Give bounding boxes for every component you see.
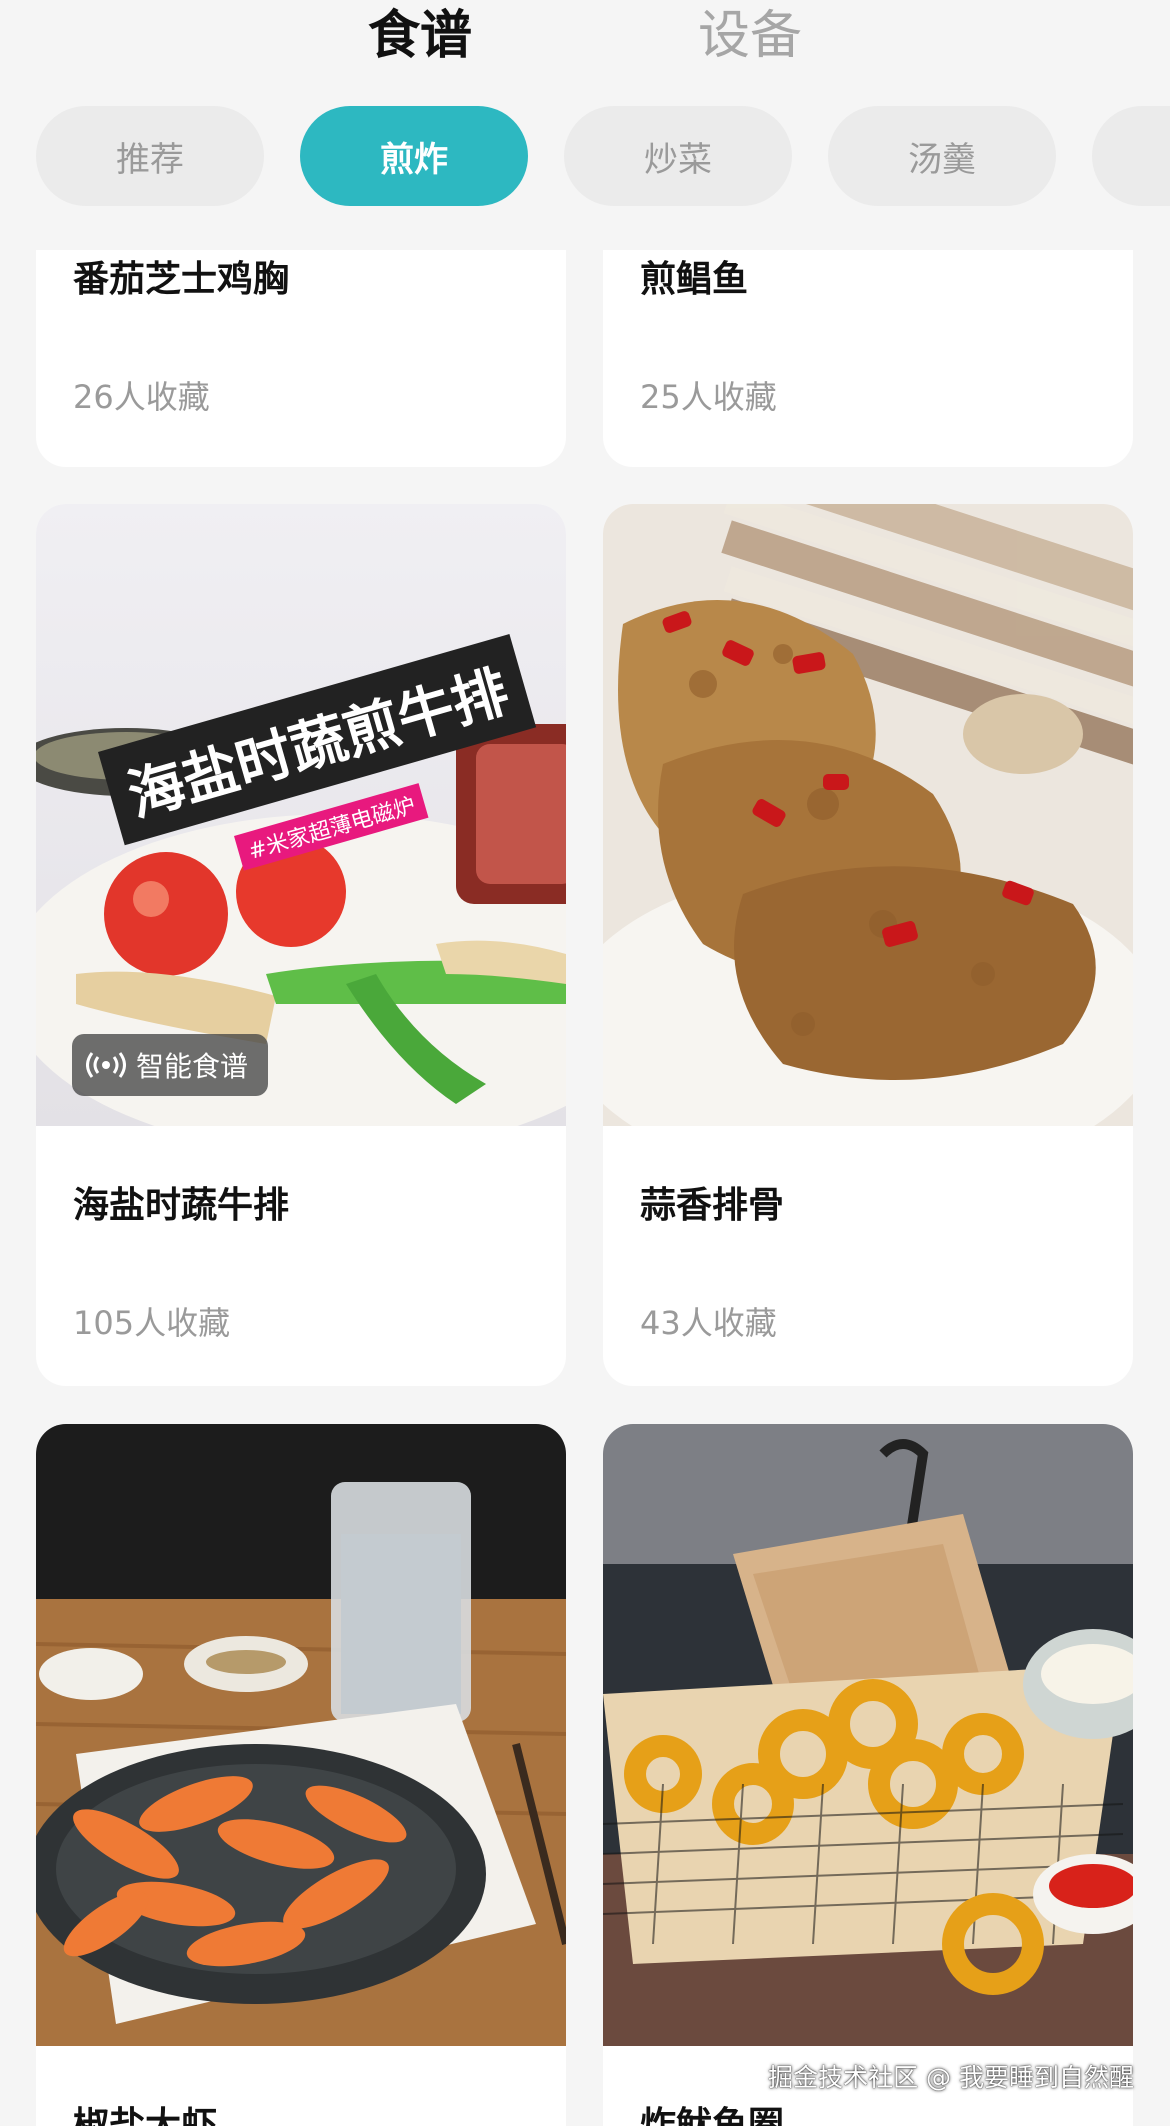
recipe-card[interactable]: 海盐时蔬煎牛排 #米家超薄电磁炉 智能食谱 海盐时蔬牛排 105人收藏	[36, 504, 566, 1386]
recipe-card[interactable]: 煎鲳鱼 25人收藏	[603, 250, 1133, 467]
recipe-image	[603, 504, 1133, 1126]
tab-recipes[interactable]: 食谱	[368, 0, 472, 72]
smart-recipe-badge: 智能食谱	[72, 1034, 269, 1096]
recipe-title: 番茄芝士鸡胸	[73, 259, 290, 300]
recipe-image	[36, 1424, 566, 2046]
category-chip-bar: 推荐 煎炸 炒菜 汤羹	[0, 106, 1170, 206]
category-chip-stir-fry[interactable]: 炒菜	[564, 106, 792, 206]
recipe-title: 海盐时蔬牛排	[73, 1185, 290, 1226]
recipe-image: 海盐时蔬煎牛排 #米家超薄电磁炉 智能食谱	[36, 504, 566, 1126]
tab-devices[interactable]: 设备	[698, 0, 802, 72]
recipe-image	[603, 1424, 1133, 2046]
badge-label: 智能食谱	[136, 1050, 249, 1083]
top-tab-bar: 食谱 设备	[0, 0, 1170, 80]
recipe-card[interactable]: 炸鱿鱼圈	[603, 1424, 1133, 2126]
recipe-title: 椒盐大虾	[73, 2105, 218, 2126]
recipe-favorites: 26人收藏	[73, 378, 210, 416]
recipe-card[interactable]: 蒜香排骨 43人收藏	[603, 504, 1133, 1386]
recipe-grid: 番茄芝士鸡胸 26人收藏 煎鲳鱼 25人收藏 海盐时蔬煎牛排 #米家超薄电磁炉 …	[0, 250, 1170, 2126]
recipe-card[interactable]: 椒盐大虾	[36, 1424, 566, 2126]
recipe-favorites: 105人收藏	[73, 1304, 231, 1342]
category-chip-more[interactable]	[1092, 106, 1170, 206]
recipe-favorites: 25人收藏	[640, 378, 777, 416]
broadcast-icon	[86, 1052, 126, 1078]
recipe-title: 煎鲳鱼	[640, 259, 749, 300]
category-chip-recommended[interactable]: 推荐	[36, 106, 264, 206]
recipe-title: 蒜香排骨	[640, 1185, 785, 1226]
recipe-favorites: 43人收藏	[640, 1304, 777, 1342]
category-chip-soup[interactable]: 汤羹	[828, 106, 1056, 206]
category-chip-fry[interactable]: 煎炸	[300, 106, 528, 206]
recipe-card[interactable]: 番茄芝士鸡胸 26人收藏	[36, 250, 566, 467]
recipe-title: 炸鱿鱼圈	[640, 2105, 785, 2126]
watermark: 掘金技术社区 @ 我要睡到自然醒	[768, 2063, 1134, 2092]
